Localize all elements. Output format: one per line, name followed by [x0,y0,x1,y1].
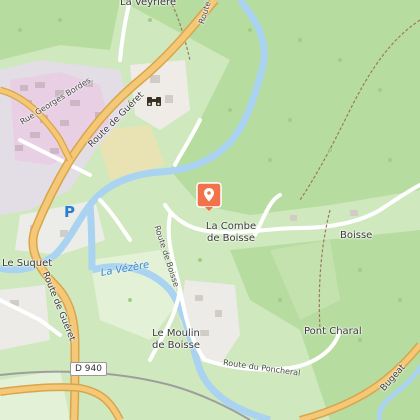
place-label-line-2: de Boisse [206,233,255,244]
map-canvas[interactable]: La Veyrière Le Suquet La Combe de Boisse… [0,0,420,420]
place-label-le-moulin-de-boisse[interactable]: Le Moulin de Boisse [149,328,203,352]
place-label-pont-charal[interactable]: Pont Charal [304,326,362,338]
place-label-line-2: de Boisse [151,340,200,351]
place-label-line-1: La Combe [205,221,257,232]
place-label-la-combe-de-boisse[interactable]: La Combe de Boisse [204,221,258,245]
place-label-line-1: Le Moulin [152,328,200,339]
place-label-boisse[interactable]: Boisse [340,230,372,242]
map-pin-icon[interactable] [196,182,222,212]
road-shield-d940: D 940 [70,362,107,376]
place-label-la-veyriere[interactable]: La Veyrière [120,0,176,9]
place-label-le-suquet[interactable]: Le Suquet [2,258,52,270]
parking-icon[interactable]: P [64,203,75,221]
